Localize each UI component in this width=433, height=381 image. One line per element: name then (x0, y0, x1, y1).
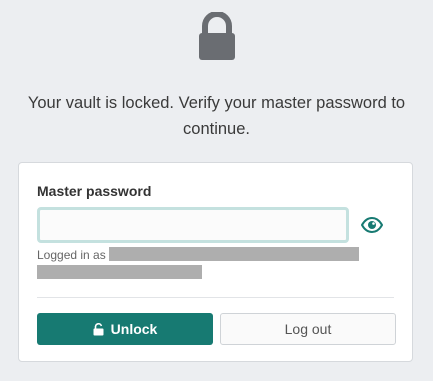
locked-message: Your vault is locked. Verify your master… (27, 94, 406, 138)
logged-in-prefix: Logged in as (37, 248, 106, 262)
logout-button[interactable]: Log out (220, 313, 396, 345)
unlock-button[interactable]: Unlock (37, 313, 213, 345)
redacted-account-continued (37, 265, 202, 279)
master-password-label: Master password (37, 183, 152, 199)
unlock-card: Master password Logged in as Unlock Log … (18, 162, 413, 362)
logged-in-info: Logged in as (37, 247, 367, 279)
lock-header (0, 12, 433, 62)
unlock-label: Unlock (110, 321, 158, 337)
eye-icon (361, 217, 383, 233)
toggle-password-visibility[interactable] (359, 213, 385, 237)
master-password-input[interactable] (37, 207, 349, 243)
divider (37, 297, 394, 298)
unlock-icon (93, 322, 104, 335)
lock-icon (198, 12, 235, 60)
redacted-account (108, 247, 359, 261)
